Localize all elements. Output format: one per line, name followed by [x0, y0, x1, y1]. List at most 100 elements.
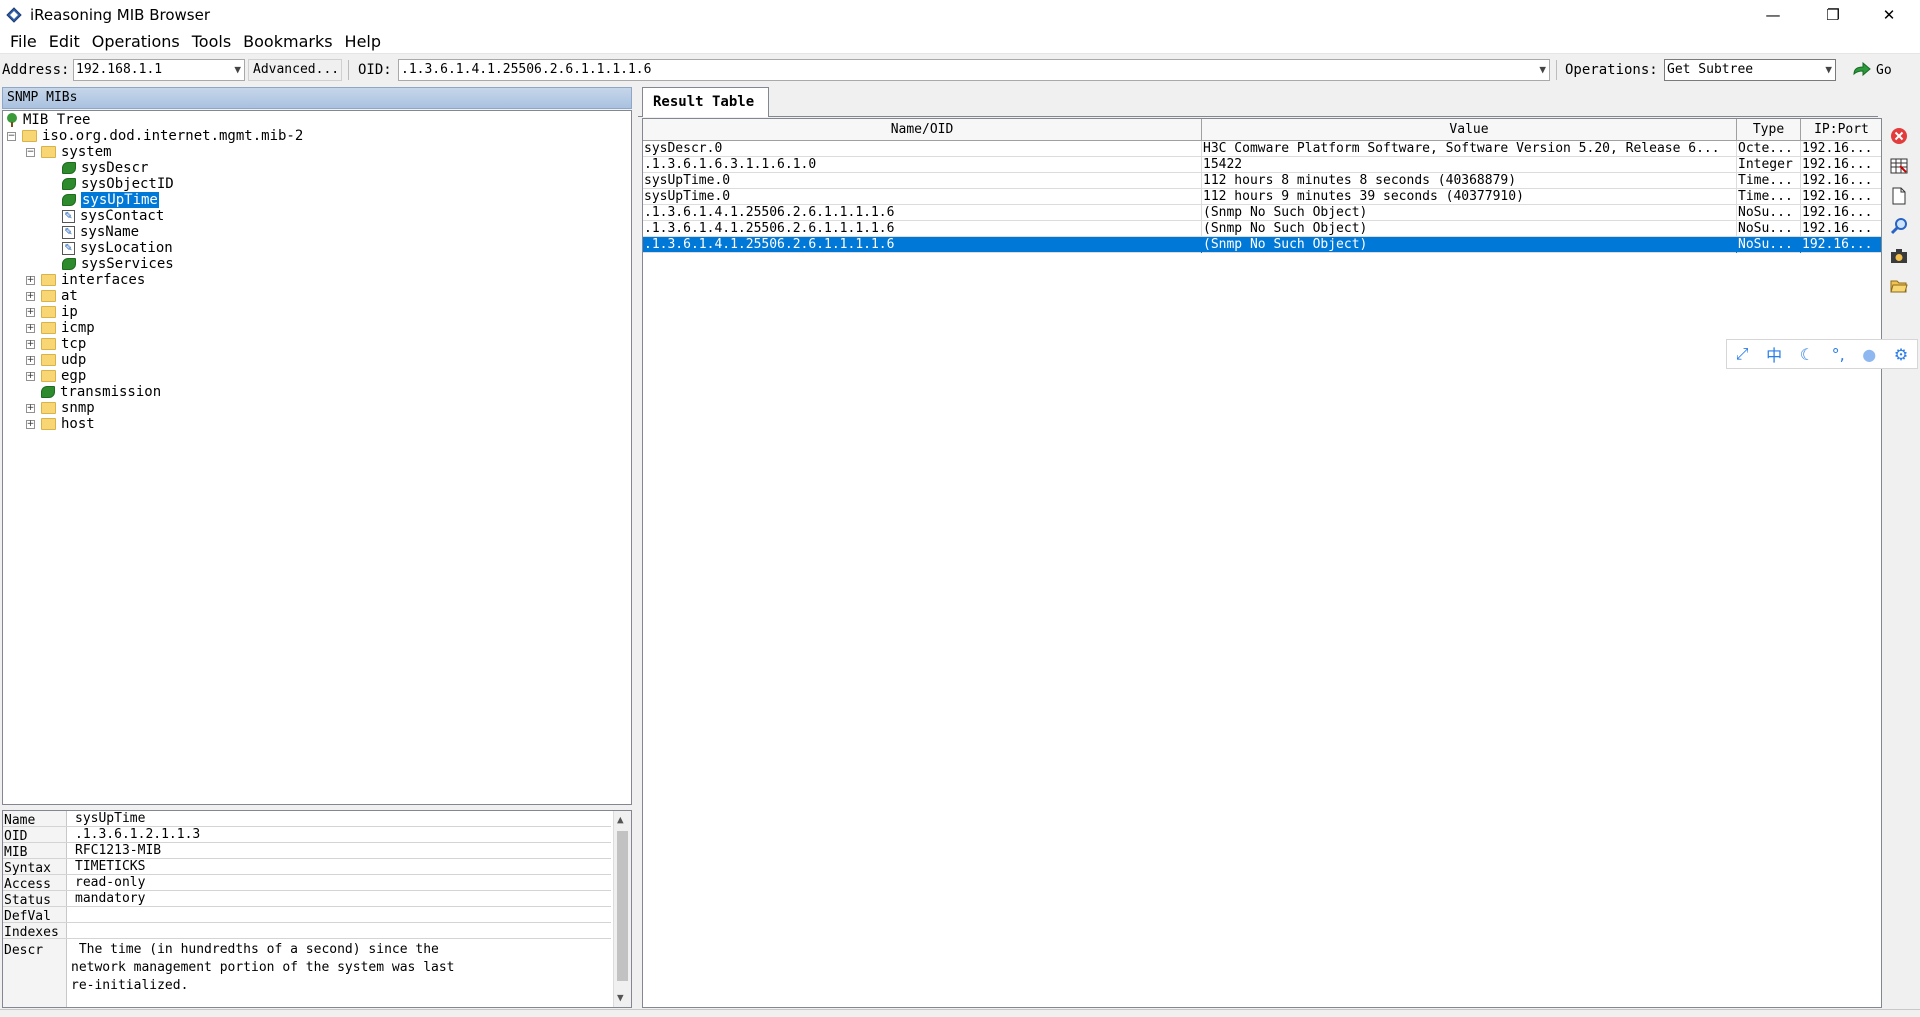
advanced-button[interactable]: Advanced...	[248, 59, 342, 81]
prop-row-oid: OID .1.3.6.1.2.1.1.3	[3, 827, 611, 844]
tree-node-ip[interactable]: + ip	[26, 304, 78, 320]
tree-node-udp[interactable]: + udp	[26, 352, 86, 368]
mib-tree-panel[interactable]: MIB Tree − iso.org.dod.internet.mgmt.mib…	[2, 110, 632, 805]
expand-icon[interactable]: +	[26, 307, 35, 317]
tree-node-tcp[interactable]: + tcp	[26, 336, 86, 352]
oid-combo[interactable]: .1.3.6.1.4.1.25506.2.6.1.1.1.1.6 ▼	[398, 59, 1550, 81]
tree-leaf-sysuptime[interactable]: sysUpTime	[62, 192, 159, 208]
tree-leaf-syslocation[interactable]: ✎ sysLocation	[62, 240, 173, 256]
address-combo[interactable]: 192.168.1.1 ▼	[73, 59, 245, 81]
camera-icon[interactable]	[1889, 246, 1909, 266]
address-label: Address:	[2, 62, 70, 78]
tree-leaf-label: sysLocation	[80, 240, 173, 256]
table-row[interactable]: sysUpTime.0 112 hours 9 minutes 39 secon…	[643, 189, 1881, 205]
tree-leaf-sysdescr[interactable]: sysDescr	[62, 160, 148, 176]
ime-switch-icon[interactable]: ⤢	[1736, 344, 1749, 364]
table-export-icon[interactable]	[1889, 156, 1909, 176]
column-header-name-oid[interactable]: Name/OID	[643, 119, 1202, 141]
menu-edit[interactable]: Edit	[43, 30, 86, 54]
chevron-down-icon[interactable]: ▼	[1825, 60, 1832, 80]
table-row-selected[interactable]: .1.3.6.1.4.1.25506.2.6.1.1.1.1.6 (Snmp N…	[643, 237, 1881, 253]
chevron-down-icon[interactable]: ▼	[234, 60, 241, 80]
table-row[interactable]: .1.3.6.1.4.1.25506.2.6.1.1.1.1.6 (Snmp N…	[643, 221, 1881, 237]
result-table[interactable]: Name/OID Value Type IP:Port sysDescr.0 H…	[642, 118, 1882, 1008]
tree-node-label: egp	[61, 368, 87, 384]
tree-leaf-transmission[interactable]: transmission	[41, 384, 161, 400]
chevron-down-icon[interactable]: ▼	[1539, 60, 1546, 80]
expand-icon[interactable]: +	[26, 275, 35, 285]
tree-leaf-syscontact[interactable]: ✎ sysContact	[62, 208, 164, 224]
close-window-button[interactable]: ✕	[1866, 0, 1912, 30]
menu-help[interactable]: Help	[339, 30, 387, 54]
collapse-icon[interactable]: −	[7, 131, 16, 141]
minimize-button[interactable]: —	[1750, 0, 1796, 30]
cell-ip-port: 192.16...	[1801, 157, 1881, 173]
tree-leaf-sysobjectid[interactable]: sysObjectID	[62, 176, 174, 192]
operations-select[interactable]: Get Subtree ▼	[1664, 59, 1836, 81]
leaf-icon	[62, 162, 76, 174]
expand-icon[interactable]: +	[26, 291, 35, 301]
menu-tools[interactable]: Tools	[186, 30, 237, 54]
cell-ip-port: 192.16...	[1801, 205, 1881, 221]
cell-ip-port: 192.16...	[1801, 189, 1881, 205]
tree-node-icmp[interactable]: + icmp	[26, 320, 95, 336]
folder-icon	[41, 418, 56, 430]
tree-leaf-sysname[interactable]: ✎ sysName	[62, 224, 139, 240]
tree-leaf-sysservices[interactable]: sysServices	[62, 256, 174, 272]
user-icon[interactable]: ●	[1862, 345, 1876, 364]
go-button[interactable]: Go	[1852, 59, 1892, 81]
prop-value: read-only	[75, 875, 146, 890]
tab-result-table[interactable]: Result Table	[642, 87, 770, 117]
tree-root[interactable]: MIB Tree	[5, 112, 90, 128]
menu-file[interactable]: File	[4, 30, 43, 54]
punctuation-icon[interactable]: °,	[1832, 345, 1845, 364]
prop-key: DefVal	[4, 909, 51, 924]
ime-chinese-mode[interactable]: 中	[1766, 342, 1782, 366]
tree-node-host[interactable]: + host	[26, 416, 95, 432]
expand-icon[interactable]: +	[26, 403, 35, 413]
tree-node-label: icmp	[61, 320, 95, 336]
search-icon[interactable]	[1889, 216, 1909, 236]
gear-icon[interactable]: ⚙	[1894, 345, 1908, 364]
tree-node-mib2[interactable]: − iso.org.dod.internet.mgmt.mib-2	[7, 128, 303, 144]
table-row[interactable]: .1.3.6.1.4.1.25506.2.6.1.1.1.1.6 (Snmp N…	[643, 205, 1881, 221]
window-title: iReasoning MIB Browser	[30, 6, 211, 24]
leaf-icon	[41, 386, 55, 398]
leaf-icon	[62, 178, 76, 190]
tree-node-snmp[interactable]: + snmp	[26, 400, 95, 416]
scrollbar-thumb[interactable]	[617, 831, 628, 981]
open-folder-icon[interactable]	[1889, 276, 1909, 296]
table-row[interactable]: .1.3.6.1.6.3.1.1.6.1.0 15422 Integer 192…	[643, 157, 1881, 173]
table-row[interactable]: sysDescr.0 H3C Comware Platform Software…	[643, 141, 1881, 157]
stop-icon[interactable]	[1889, 126, 1909, 146]
prop-row-name: Name sysUpTime	[3, 811, 611, 828]
tree-node-at[interactable]: + at	[26, 288, 78, 304]
operations-label: Operations:	[1565, 62, 1658, 78]
cell-type: Time...	[1737, 173, 1801, 189]
menu-operations[interactable]: Operations	[86, 30, 186, 54]
properties-scrollbar[interactable]: ▲ ▼	[613, 811, 631, 1007]
scroll-down-icon[interactable]: ▼	[617, 991, 624, 1004]
expand-icon[interactable]: +	[26, 339, 35, 349]
expand-icon[interactable]: +	[26, 371, 35, 381]
expand-icon[interactable]: +	[26, 355, 35, 365]
tree-node-label: system	[61, 144, 112, 160]
prop-value: .1.3.6.1.2.1.1.3	[75, 827, 201, 842]
table-row[interactable]: sysUpTime.0 112 hours 8 minutes 8 second…	[643, 173, 1881, 189]
column-header-ip-port[interactable]: IP:Port	[1801, 119, 1881, 141]
collapse-icon[interactable]: −	[26, 147, 35, 157]
writable-leaf-icon: ✎	[62, 241, 75, 255]
restore-button[interactable]: ❐	[1810, 0, 1856, 30]
column-header-value[interactable]: Value	[1202, 119, 1737, 141]
expand-icon[interactable]: +	[26, 323, 35, 333]
document-icon[interactable]	[1889, 186, 1909, 206]
moon-icon[interactable]: ☾	[1800, 345, 1814, 364]
tree-node-system[interactable]: − system	[26, 144, 112, 160]
expand-icon[interactable]: +	[26, 419, 35, 429]
cell-value: 15422	[1202, 157, 1737, 173]
scroll-up-icon[interactable]: ▲	[617, 813, 624, 826]
tree-node-interfaces[interactable]: + interfaces	[26, 272, 145, 288]
menu-bookmarks[interactable]: Bookmarks	[237, 30, 338, 54]
tree-node-egp[interactable]: + egp	[26, 368, 86, 384]
column-header-type[interactable]: Type	[1737, 119, 1801, 141]
